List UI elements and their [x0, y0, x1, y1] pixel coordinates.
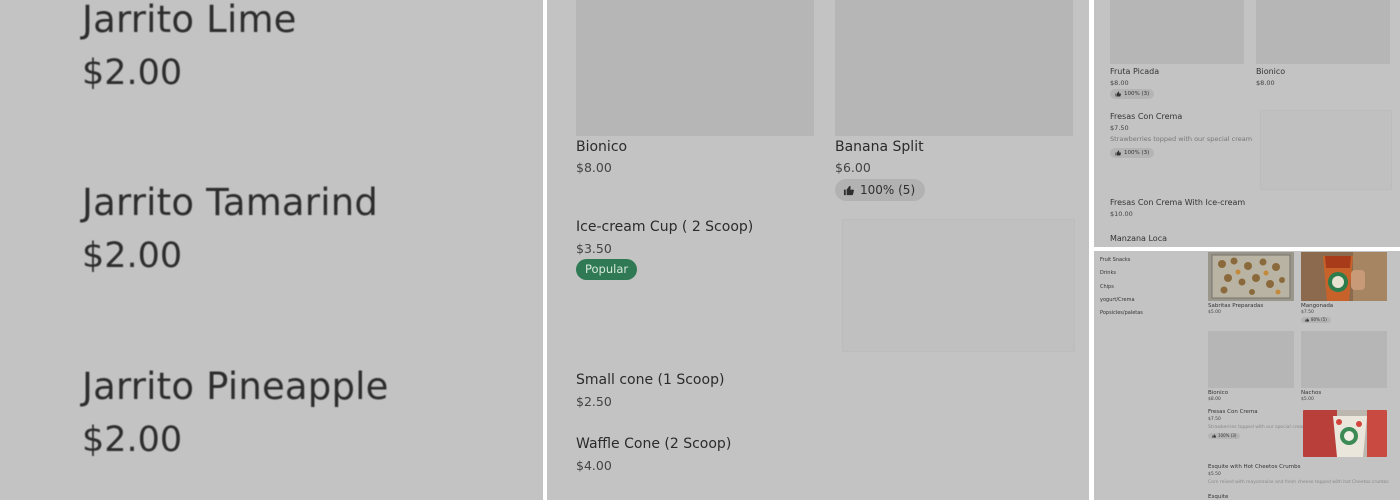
- small-cone-price: $2.50: [576, 394, 612, 409]
- rating-text: 100% (3): [1218, 433, 1237, 438]
- item-name: Jarrito Lime: [82, 0, 297, 41]
- rating-badge: 100% (3): [1110, 89, 1155, 99]
- menu-item-jarrito-tamarind[interactable]: Jarrito Tamarind $2.00: [82, 181, 378, 276]
- bionico-price: $8.00: [1208, 397, 1221, 402]
- bionico-image[interactable]: [576, 0, 814, 136]
- fresas-icecream-name[interactable]: Fresas Con Crema With Ice-cream: [1110, 198, 1245, 207]
- category-link-fruit-snacks[interactable]: Fruit Snacks: [1100, 257, 1130, 263]
- menu-panel-desserts: Bionico $8.00 Banana Split $6.00 100% (5…: [547, 0, 1089, 500]
- waffle-cone-price: $4.00: [576, 458, 612, 473]
- fruta-picada-image[interactable]: [1110, 0, 1244, 64]
- bionico-price: $8.00: [576, 160, 612, 175]
- rating-text: 100% (3): [1124, 91, 1150, 97]
- fruta-picada-price: $8.00: [1110, 79, 1129, 87]
- popular-badge: Popular: [576, 259, 638, 280]
- thumbs-up-icon: [1115, 91, 1121, 97]
- category-link-chips[interactable]: Chips: [1100, 284, 1114, 290]
- fresas-con-crema-name[interactable]: Fresas Con Crema: [1110, 112, 1182, 121]
- item-name: Jarrito Tamarind: [82, 181, 379, 224]
- sabritas-image[interactable]: [1208, 252, 1294, 301]
- rating-badge: 100% (3): [1208, 433, 1241, 439]
- bionico-name[interactable]: Bionico: [1256, 67, 1285, 76]
- category-link-drinks[interactable]: Drinks: [1100, 270, 1116, 276]
- small-cone-name[interactable]: Small cone (1 Scoop): [576, 372, 724, 388]
- icecream-cup-price: $3.50: [576, 241, 612, 256]
- fresas-con-crema-price: $7.50: [1110, 124, 1129, 132]
- mangonada-price: $7.50: [1301, 310, 1314, 315]
- category-link-popsicles[interactable]: Popsicles/paletas: [1100, 310, 1143, 316]
- sabritas-price: $5.00: [1208, 310, 1221, 315]
- banana-split-image[interactable]: [835, 0, 1073, 136]
- mangonada-image[interactable]: [1301, 252, 1387, 301]
- bionico-price: $8.00: [1256, 79, 1275, 87]
- fresas-con-crema-image[interactable]: [1260, 110, 1392, 190]
- fruta-picada-name[interactable]: Fruta Picada: [1110, 67, 1159, 76]
- esquite-name[interactable]: Esquite: [1208, 494, 1228, 500]
- category-link-yogurt-crema[interactable]: yogurt/Crema: [1100, 297, 1135, 303]
- item-price: $2.00: [82, 236, 183, 276]
- item-name: Jarrito Pineapple: [82, 365, 389, 408]
- fresas-con-crema-name[interactable]: Fresas Con Crema: [1208, 409, 1258, 415]
- item-price: $2.00: [82, 420, 183, 460]
- menu-panel-fruit: Fruta Picada $8.00 100% (3) Bionico $8.0…: [1094, 0, 1400, 247]
- bionico-image[interactable]: [1256, 0, 1390, 64]
- fresas-con-crema-image[interactable]: [1303, 410, 1387, 457]
- thumbs-up-icon: [843, 185, 854, 195]
- rating-text: 100% (5): [860, 183, 916, 197]
- menu-page-overview: Fruit Snacks Drinks Chips yogurt/Crema P…: [1094, 251, 1400, 500]
- fresas-con-crema-price: $7.50: [1208, 417, 1221, 422]
- mangonada-name[interactable]: Mangonada: [1301, 303, 1333, 309]
- rating-badge: 100% (3): [1110, 148, 1155, 158]
- thumbs-up-icon: [1115, 150, 1121, 156]
- rating-badge: 80% (5): [1301, 317, 1331, 323]
- thumbs-up-icon: [1305, 318, 1309, 322]
- rating-text: 80% (5): [1311, 317, 1327, 322]
- fresas-icecream-price: $10.00: [1110, 210, 1133, 218]
- icecream-cup-image[interactable]: [842, 219, 1075, 352]
- nachos-name[interactable]: Nachos: [1301, 390, 1321, 396]
- rating-badge: 100% (5): [835, 179, 926, 201]
- menu-item-jarrito-lime[interactable]: Jarrito Lime $2.00: [82, 0, 297, 93]
- zoomed-drinks-panel: Jarrito Lime $2.00 Jarrito Tamarind $2.0…: [0, 0, 543, 500]
- menu-item-jarrito-pineapple[interactable]: Jarrito Pineapple $2.00: [82, 365, 389, 460]
- banana-split-price: $6.00: [835, 160, 871, 175]
- sabritas-name[interactable]: Sabritas Preparadas: [1208, 303, 1263, 309]
- item-price: $2.00: [82, 53, 183, 93]
- esquite-hot-cheetos-description: Corn mixed with mayonnaise and fresh che…: [1208, 480, 1389, 485]
- bionico-name[interactable]: Bionico: [576, 139, 627, 155]
- esquite-hot-cheetos-price: $5.50: [1208, 472, 1221, 477]
- icecream-cup-name[interactable]: Ice-cream Cup ( 2 Scoop): [576, 219, 753, 235]
- manzana-loca-name[interactable]: Manzana Loca: [1110, 234, 1167, 243]
- bionico-image[interactable]: [1208, 331, 1294, 388]
- bionico-name[interactable]: Bionico: [1208, 390, 1228, 396]
- banana-split-name[interactable]: Banana Split: [835, 139, 924, 155]
- nachos-price: $5.00: [1301, 397, 1314, 402]
- fresas-con-crema-description: Strawberries topped with our special cre…: [1110, 135, 1253, 143]
- esquite-hot-cheetos-name[interactable]: Esquite with Hot Cheetos Crumbs: [1208, 464, 1301, 470]
- fresas-con-crema-description: Strawberries topped with our special cre…: [1208, 425, 1307, 430]
- thumbs-up-icon: [1212, 434, 1216, 438]
- waffle-cone-name[interactable]: Waffle Cone (2 Scoop): [576, 436, 731, 452]
- nachos-image[interactable]: [1301, 331, 1387, 388]
- rating-text: 100% (3): [1124, 150, 1150, 156]
